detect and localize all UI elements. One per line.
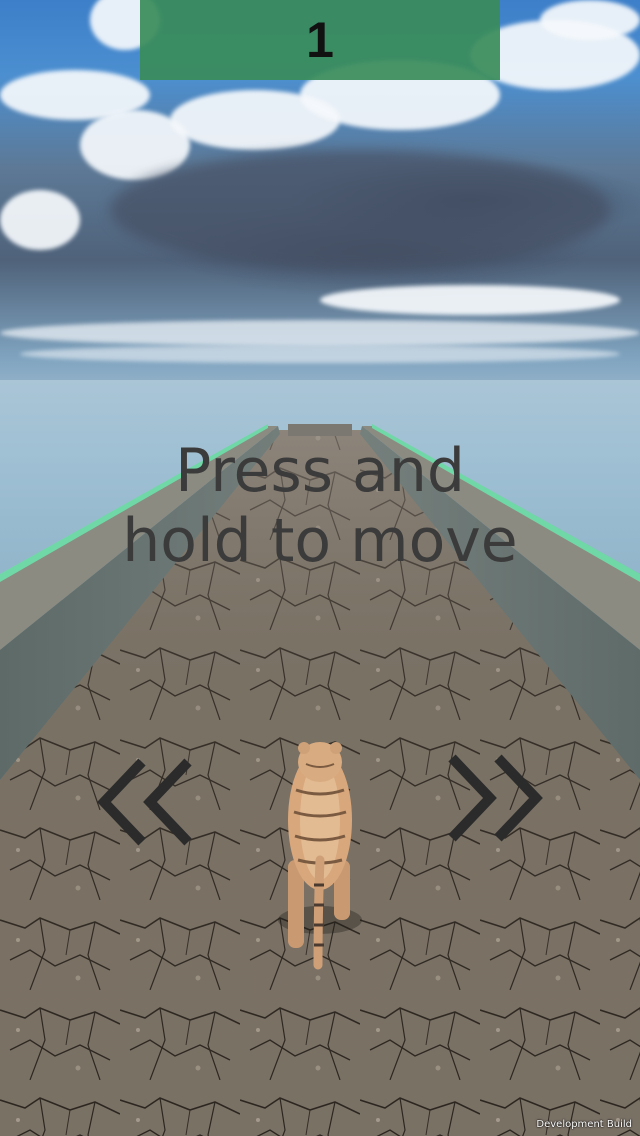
game-viewport[interactable]: 1 Press and hold to move Development Bui… [0,0,640,1136]
instruction-text: Press and hold to move [80,436,560,576]
score-value: 1 [306,12,334,68]
development-build-label: Development Build [536,1119,632,1130]
move-left-button[interactable] [92,750,202,860]
double-chevron-left-icon [97,758,192,846]
score-panel: 1 [140,0,500,80]
instruction-line-2: hold to move [122,506,518,576]
instruction-line-1: Press and [175,436,465,506]
move-right-button[interactable] [440,750,550,860]
double-chevron-right-icon [448,754,543,842]
